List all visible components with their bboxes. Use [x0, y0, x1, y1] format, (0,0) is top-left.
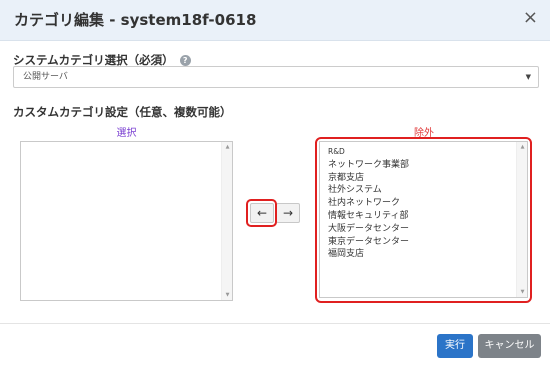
scroll-down-icon[interactable]: ▼ [222, 292, 233, 298]
execute-button[interactable]: 実行 [437, 334, 473, 358]
system-category-select[interactable]: 公開サーバ ▼ [13, 66, 539, 88]
list-item[interactable]: 東京データセンター [328, 236, 409, 249]
excluded-category-list[interactable]: R&D ネットワーク事業部 京都支店 社外システム 社内ネットワーク 情報セキュリティ部大… [319, 141, 528, 298]
list-item[interactable]: 大阪データセンター [328, 223, 409, 236]
footer-divider [0, 323, 550, 324]
list-item[interactable]: 社内ネットワーク [328, 197, 409, 210]
scroll-down-icon[interactable]: ▼ [517, 289, 528, 295]
dropdown-caret-icon: ▼ [525, 73, 531, 81]
move-left-highlight [246, 199, 277, 227]
list-item[interactable]: 京都支店 [328, 172, 409, 185]
custom-category-label: カスタムカテゴリ設定（任意、複数可能） [13, 105, 232, 119]
list-item[interactable]: ネットワーク事業部 [328, 159, 409, 172]
list-item[interactable]: R&D [328, 146, 409, 159]
scroll-up-icon[interactable]: ▲ [222, 144, 233, 150]
selected-list-scrollbar[interactable]: ▲ ▼ [221, 142, 232, 300]
list-item[interactable]: 情報セキュリティ部 [328, 210, 409, 223]
list-item[interactable]: 社外システム [328, 184, 409, 197]
cancel-button[interactable]: キャンセル [478, 334, 541, 358]
list-item[interactable]: 福岡支店 [328, 248, 409, 261]
help-icon[interactable]: ? [179, 55, 191, 66]
system-category-label-text: システムカテゴリ選択（必須） [13, 53, 174, 67]
dialog-header: カテゴリ編集 - system18f-0618 × [0, 0, 550, 41]
close-icon[interactable]: × [523, 8, 538, 28]
dialog-title: カテゴリ編集 - system18f-0618 [14, 11, 257, 29]
scroll-up-icon[interactable]: ▲ [517, 144, 528, 150]
selected-category-list[interactable]: ▲ ▼ [20, 141, 233, 301]
selected-list-label: 選択 [116, 128, 137, 139]
move-to-excluded-button[interactable]: → [276, 203, 300, 223]
excluded-items: R&D ネットワーク事業部 京都支店 社外システム 社内ネットワーク 情報セキュリティ部大… [328, 146, 409, 261]
system-category-value: 公開サーバ [23, 72, 68, 82]
excluded-list-scrollbar[interactable]: ▲ ▼ [516, 142, 527, 297]
